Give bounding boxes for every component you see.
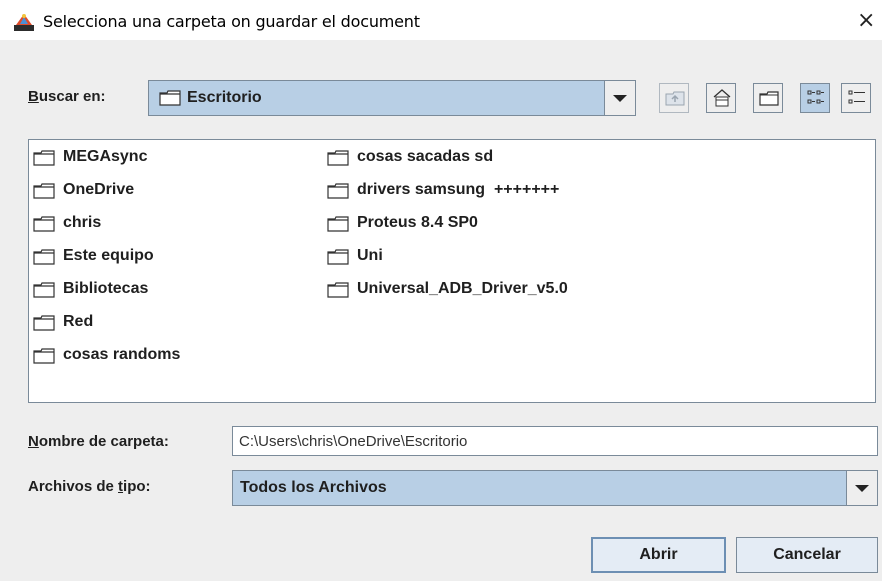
up-one-level-button[interactable] [659,83,689,113]
chevron-down-icon[interactable] [846,471,877,505]
folder-name-input[interactable] [232,426,878,456]
folder-icon [327,249,349,270]
folder-icon [33,150,55,171]
folder-icon [327,183,349,204]
look-in-label: Buscar en: [28,88,106,105]
new-folder-button[interactable] [753,83,783,113]
details-view-icon [848,90,865,104]
java-app-icon [13,12,35,32]
folder-icon [327,150,349,171]
file-type-combo[interactable]: Todos los Archivos [232,470,878,506]
file-type-value: Todos los Archivos [240,479,387,496]
folder-name-label: Nombre de carpeta: [28,433,169,450]
folder-icon [327,282,349,303]
folder-icon [33,249,55,270]
look-in-value: Escritorio [187,89,262,106]
up-one-level-icon [665,91,685,106]
open-button[interactable]: Abrir [591,537,726,573]
new-folder-icon [759,91,779,106]
folder-icon [33,315,55,336]
details-view-button[interactable] [841,83,871,113]
close-icon[interactable]: × [857,10,875,32]
chevron-down-icon[interactable] [604,81,635,115]
folder-icon [33,216,55,237]
window-title: Selecciona una carpeta on guardar el doc… [43,12,420,31]
file-list[interactable]: MEGAsync OneDrive chris Este equipo Bibl… [28,139,876,403]
cancel-button[interactable]: Cancelar [736,537,878,573]
home-button[interactable] [706,83,736,113]
folder-icon [33,282,55,303]
list-view-icon [807,90,824,104]
folder-icon [327,216,349,237]
list-view-button[interactable] [800,83,830,113]
folder-icon [33,183,55,204]
home-icon [713,89,731,107]
look-in-combo[interactable]: Escritorio [148,80,636,116]
file-type-label: Archivos de tipo: [28,478,151,495]
title-bar: Selecciona una carpeta on guardar el doc… [0,0,882,40]
folder-icon [33,348,55,369]
file-chooser-panel: Buscar en: Escritorio MEGAsync OneDrive … [0,40,882,581]
folder-icon [159,90,181,111]
